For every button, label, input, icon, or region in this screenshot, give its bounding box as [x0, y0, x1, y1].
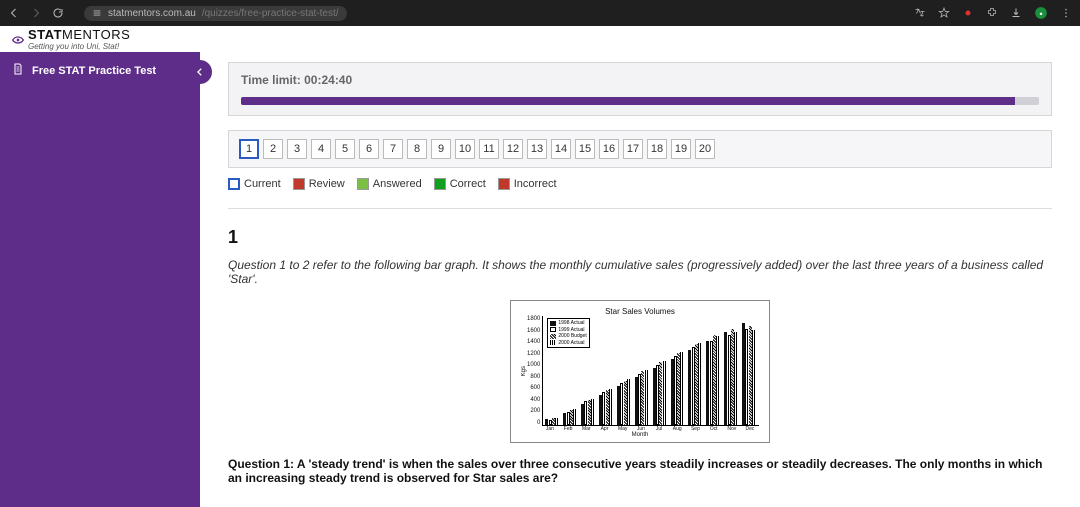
legend-swatch-review [293, 178, 305, 190]
bar [591, 399, 594, 425]
bar-group [545, 418, 560, 425]
star-icon[interactable] [938, 7, 950, 19]
legend-label-correct: Correct [450, 178, 486, 190]
legend-row: Current Review Answered Correct Incorrec… [228, 178, 1052, 190]
legend-label-review: Review [309, 178, 345, 190]
question-nav-button[interactable]: 14 [551, 139, 571, 159]
bar [609, 389, 612, 425]
bar [680, 352, 683, 425]
question-nav-button[interactable]: 9 [431, 139, 451, 159]
question-nav-button[interactable]: 7 [383, 139, 403, 159]
site-info-icon[interactable] [92, 8, 102, 18]
extensions-icon[interactable] [986, 7, 998, 19]
chart-title: Star Sales Volumes [521, 307, 759, 316]
question-context: Question 1 to 2 refer to the following b… [228, 258, 1052, 286]
timer-progress [241, 97, 1039, 105]
question-nav-button[interactable]: 2 [263, 139, 283, 159]
reload-icon[interactable] [52, 7, 64, 19]
browser-toolbar: statmentors.com.au/quizzes/free-practice… [0, 0, 1080, 26]
bar [734, 332, 737, 425]
question-nav-button[interactable]: 8 [407, 139, 427, 159]
bar-group [635, 370, 650, 425]
bar-group [742, 323, 757, 425]
bar-group [617, 379, 632, 425]
bar [752, 330, 755, 425]
question-nav-button[interactable]: 17 [623, 139, 643, 159]
bar-group [706, 335, 721, 425]
bar-group [688, 343, 703, 425]
question-nav-button[interactable]: 15 [575, 139, 595, 159]
back-icon[interactable] [8, 7, 20, 19]
sidebar-item-label: Free STAT Practice Test [32, 65, 156, 77]
question-nav-button[interactable]: 3 [287, 139, 307, 159]
chart-legend: 1998 Actual1999 Actual2000 Budget2000 Ac… [547, 318, 589, 348]
question-prompt: Question 1: A 'steady trend' is when the… [228, 457, 1052, 485]
document-icon [12, 62, 24, 79]
bar-group [724, 329, 739, 425]
url-path: /quizzes/free-practice-stat-test/ [202, 8, 339, 19]
question-nav-button[interactable]: 5 [335, 139, 355, 159]
chart-figure: Star Sales Volumes Kgs 18001600140012001… [510, 300, 770, 443]
question-nav-button[interactable]: 6 [359, 139, 379, 159]
bar-group [599, 389, 614, 425]
profile-icon[interactable]: ● [1034, 6, 1048, 20]
question-nav-button[interactable]: 1 [239, 139, 259, 159]
chart-ylabel: Kgs [521, 366, 527, 376]
legend-swatch-incorrect [498, 178, 510, 190]
bar-group [653, 361, 668, 425]
bar [573, 409, 576, 425]
bar [698, 343, 701, 425]
timer-box: Time limit: 00:24:40 [228, 62, 1052, 116]
forward-icon[interactable] [30, 7, 42, 19]
sidebar: Free STAT Practice Test [0, 52, 200, 507]
question-nav-button[interactable]: 19 [671, 139, 691, 159]
question-number: 1 [228, 227, 1052, 248]
sidebar-collapse-button[interactable] [188, 60, 212, 84]
legend-swatch-current [228, 178, 240, 190]
timer-label: Time limit: 00:24:40 [241, 73, 1039, 87]
question-nav-button[interactable]: 4 [311, 139, 331, 159]
address-bar[interactable]: statmentors.com.au/quizzes/free-practice… [84, 6, 347, 21]
question-nav-button[interactable]: 20 [695, 139, 715, 159]
question-nav: 1234567891011121314151617181920 [228, 130, 1052, 168]
legend-label-current: Current [244, 178, 281, 190]
bar [645, 370, 648, 425]
sidebar-item-quiz[interactable]: Free STAT Practice Test [0, 52, 200, 89]
question-nav-button[interactable]: 18 [647, 139, 667, 159]
svg-text:●: ● [1039, 11, 1043, 17]
translate-icon[interactable] [914, 7, 926, 19]
legend-swatch-correct [434, 178, 446, 190]
legend-swatch-answered [357, 178, 369, 190]
logo-name-light: MENTORS [62, 27, 130, 42]
bar [716, 336, 719, 425]
question-nav-button[interactable]: 11 [479, 139, 499, 159]
chart-xlabel: Month [521, 432, 759, 438]
content-area: Time limit: 00:24:40 1234567891011121314… [200, 52, 1080, 507]
logo-tagline: Getting you into Uni, Stat! [28, 43, 130, 51]
url-host: statmentors.com.au [108, 8, 196, 19]
question-nav-button[interactable]: 12 [503, 139, 523, 159]
app-header: STATMENTORS Getting you into Uni, Stat! [0, 26, 1080, 52]
bar-group [581, 399, 596, 425]
bar [627, 379, 630, 425]
bar-group [671, 352, 686, 425]
legend-label-answered: Answered [373, 178, 422, 190]
chart-yticks: 180016001400120010008006004002000 [527, 316, 542, 426]
download-icon[interactable] [1010, 7, 1022, 19]
logo-icon [10, 32, 24, 46]
legend-label-incorrect: Incorrect [514, 178, 557, 190]
bar [663, 361, 666, 425]
question-nav-button[interactable]: 16 [599, 139, 619, 159]
bar [555, 418, 558, 425]
menu-icon[interactable] [1060, 7, 1072, 19]
question-nav-button[interactable]: 13 [527, 139, 547, 159]
record-icon[interactable] [962, 7, 974, 19]
chart-plot-area: 1998 Actual1999 Actual2000 Budget2000 Ac… [542, 316, 759, 426]
question-nav-button[interactable]: 10 [455, 139, 475, 159]
chart-xticks: JanFebMarAprMayJunJulAugSepOctNovDec [541, 426, 759, 432]
bar-group [563, 409, 578, 425]
logo-name-bold: STAT [28, 27, 62, 42]
divider [228, 208, 1052, 209]
